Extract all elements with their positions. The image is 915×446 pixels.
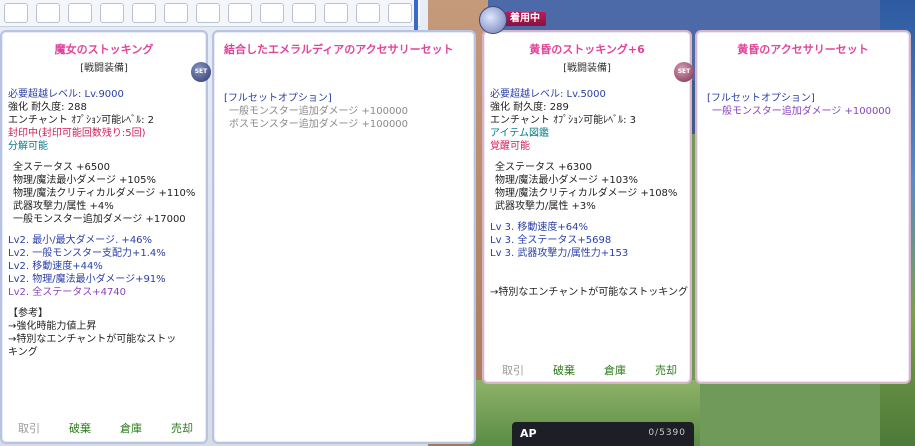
- trade-button[interactable]: 取引: [502, 362, 524, 378]
- item-tooltip-twilight-stocking: 黄昏のストッキング+6 [戦闘装備] SET 必要超越レベル: Lv.5000 強…: [482, 30, 694, 384]
- item-info-line: エンチャント ｵﾌﾟｼｮﾝ可能ﾚﾍﾞﾙ: 2: [8, 115, 154, 126]
- item-stat-line: 武器攻撃力/属性 +3%: [495, 201, 596, 212]
- item-note-line: →強化時能力値上昇: [8, 321, 97, 332]
- item-stat-line: 物理/魔法クリティカルダメージ +110%: [13, 188, 196, 199]
- discard-button[interactable]: 破棄: [69, 420, 91, 436]
- item-note-line: 【参考】: [8, 308, 48, 319]
- item-stat-line: 物理/魔法クリティカルダメージ +108%: [495, 188, 678, 199]
- inventory-slot[interactable]: [4, 3, 28, 23]
- sell-button[interactable]: 売却: [655, 362, 677, 378]
- item-stat-line: 物理/魔法最小ダメージ +105%: [13, 175, 157, 186]
- set-option-line: 一般モンスター追加ダメージ +100000: [712, 106, 892, 117]
- item-stat-line: 一般モンスター追加ダメージ +17000: [13, 214, 186, 225]
- item-option-line: Lv2. 物理/魔法最小ダメージ+91%: [8, 274, 166, 285]
- ap-bar: AP 0/5390: [512, 422, 694, 446]
- set-option-line: 一般モンスター追加ダメージ +100000: [229, 106, 409, 117]
- inventory-slot[interactable]: [68, 3, 92, 23]
- set-tooltip-twilight: 黄昏のアクセサリーセット [フルセットオプション] 一般モンスター追加ダメージ …: [695, 30, 911, 384]
- inventory-slot[interactable]: [100, 3, 124, 23]
- inventory-slot[interactable]: [388, 3, 412, 23]
- item-option-line: Lv 3. 全ステータス+5698: [490, 235, 612, 246]
- set-badge-icon: SET: [674, 62, 694, 82]
- equipped-emblem-icon: [479, 6, 507, 34]
- item-category: [戦闘装備]: [563, 63, 611, 74]
- item-stat-line: 武器攻撃力/属性 +4%: [13, 201, 114, 212]
- item-info-line: 封印中(封印可能回数残り:5回): [8, 128, 146, 139]
- item-info-line: 必要超越レベル: Lv.5000: [490, 89, 606, 100]
- item-option-line: Lv 3. 武器攻撃力/属性力+153: [490, 248, 629, 259]
- item-stat-line: 全ステータス +6300: [495, 162, 593, 173]
- set-badge-icon: SET: [191, 62, 211, 82]
- item-stat-line: 物理/魔法最小ダメージ +103%: [495, 175, 639, 186]
- inventory-slot[interactable]: [292, 3, 316, 23]
- set-option-line: ボスモンスター追加ダメージ +100000: [229, 119, 409, 130]
- inventory-slot[interactable]: [164, 3, 188, 23]
- item-option-line: Lv2. 一般モンスター支配力+1.4%: [8, 248, 166, 259]
- inventory-slot[interactable]: [356, 3, 380, 23]
- item-option-line: Lv2. 全ステータス+4740: [8, 287, 127, 298]
- equipped-tag: 着用中: [504, 12, 546, 26]
- item-info-line: 覚醒可能: [490, 141, 530, 152]
- item-stat-line: 全ステータス +6500: [13, 162, 111, 173]
- full-set-option-label: [フルセットオプション]: [707, 93, 815, 104]
- inventory-slot[interactable]: [324, 3, 348, 23]
- item-info-line: 強化 耐久度: 288: [8, 102, 87, 113]
- sell-button[interactable]: 売却: [171, 420, 193, 436]
- discard-button[interactable]: 破棄: [553, 362, 575, 378]
- item-option-line: Lv2. 移動速度+44%: [8, 261, 103, 272]
- item-note-line: キング: [8, 347, 38, 358]
- item-info-line: 強化 耐久度: 289: [490, 102, 569, 113]
- inventory-slot[interactable]: [132, 3, 156, 23]
- item-tooltip-witch-stocking: 魔女のストッキング [戦闘装備] SET 必要超越レベル: Lv.9000 強化 …: [0, 30, 211, 444]
- inventory-slot-row: [0, 0, 420, 27]
- item-category: [戦闘装備]: [80, 63, 128, 74]
- inventory-slot[interactable]: [228, 3, 252, 23]
- item-info-line: 必要超越レベル: Lv.9000: [8, 89, 124, 100]
- inventory-slot[interactable]: [36, 3, 60, 23]
- inventory-slot[interactable]: [260, 3, 284, 23]
- item-title: 魔女のストッキング: [54, 43, 154, 56]
- item-title: 黄昏のストッキング+6: [529, 43, 645, 56]
- item-option-line: Lv2. 最小/最大ダメージ. +46%: [8, 235, 153, 246]
- storage-button[interactable]: 倉庫: [120, 420, 142, 436]
- item-info-line: アイテム図鑑: [490, 128, 549, 139]
- set-title: 黄昏のアクセサリーセット: [737, 43, 869, 56]
- inventory-slot[interactable]: [196, 3, 220, 23]
- full-set-option-label: [フルセットオプション]: [224, 93, 332, 104]
- item-info-line: エンチャント ｵﾌﾟｼｮﾝ可能ﾚﾍﾞﾙ: 3: [490, 115, 636, 126]
- item-info-line: 分解可能: [8, 141, 48, 152]
- set-title: 結合したエメラルディアのアクセサリーセット: [224, 43, 454, 56]
- item-option-line: Lv 3. 移動速度+64%: [490, 222, 588, 233]
- item-note-line: →特別なエンチャントが可能なストッキング: [490, 287, 688, 298]
- set-tooltip-emeraldia: 結合したエメラルディアのアクセサリーセット [フルセットオプション] 一般モンス…: [212, 30, 476, 444]
- ap-label: AP: [520, 427, 537, 440]
- trade-button[interactable]: 取引: [18, 420, 40, 436]
- item-note-line: →特別なエンチャントが可能なストッ: [8, 334, 177, 345]
- storage-button[interactable]: 倉庫: [604, 362, 626, 378]
- ap-value: 0/5390: [648, 428, 686, 438]
